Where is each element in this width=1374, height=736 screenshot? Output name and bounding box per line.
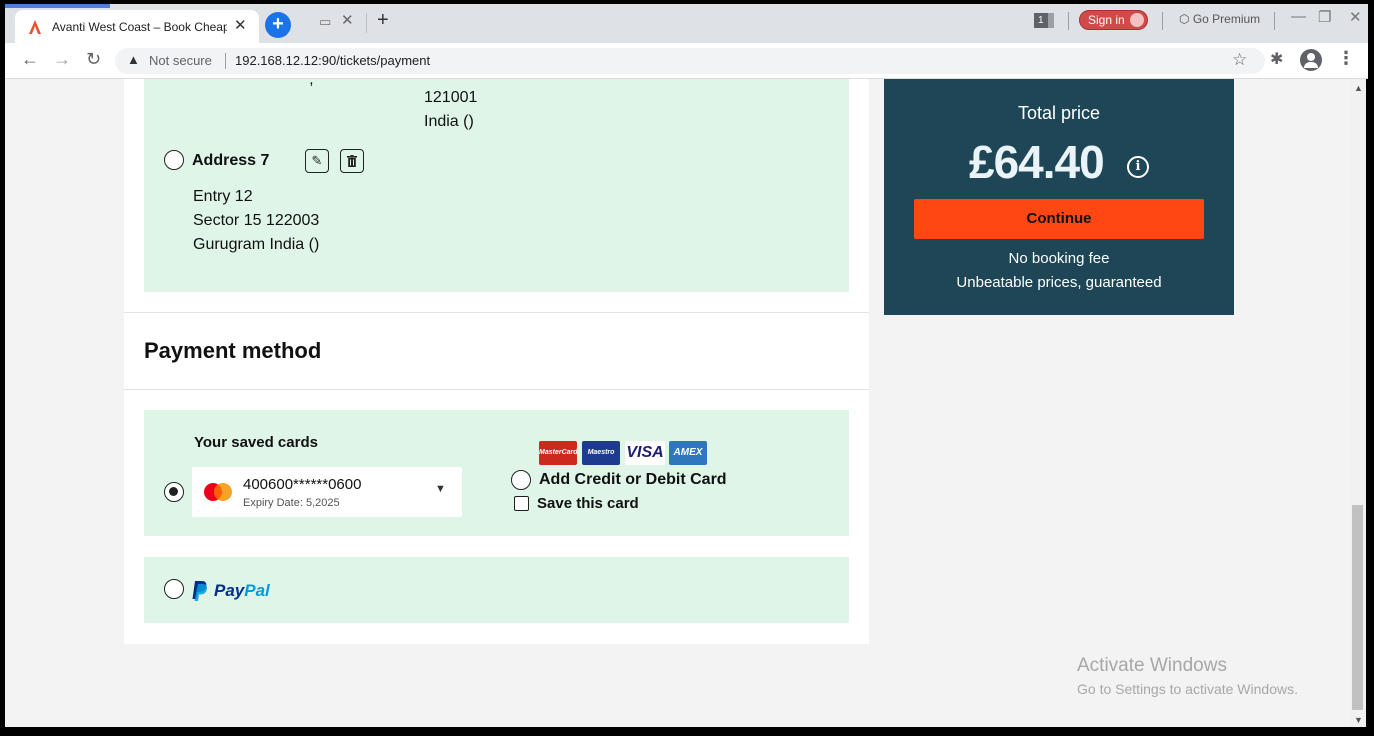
paypal-radio[interactable] <box>164 579 184 599</box>
card-payment-option: Your saved cards 400600******0600 Expiry… <box>144 410 849 536</box>
go-premium-label: Go Premium <box>1192 12 1261 26</box>
extensions-puzzle-icon[interactable]: ✱ <box>1270 49 1283 69</box>
visa-logo: VISA <box>625 441 665 465</box>
previous-address-cut-line: " , " <box>299 79 324 88</box>
sign-in-label: Sign in <box>1088 13 1125 27</box>
scroll-down-icon[interactable]: ▼ <box>1354 715 1363 725</box>
new-tab-button[interactable]: + <box>265 12 291 38</box>
info-icon[interactable]: i <box>1127 156 1149 178</box>
cast-icon[interactable]: ▭ <box>319 14 331 30</box>
edit-address-button[interactable]: ✎ <box>305 149 329 173</box>
url-text[interactable]: 192.168.12.12:90/tickets/payment <box>235 53 430 68</box>
section-divider <box>124 312 869 313</box>
omnibox[interactable]: ▲ Not secure 192.168.12.12:90/tickets/pa… <box>115 48 1265 74</box>
address7-title: Address 7 <box>192 152 270 169</box>
scroll-up-icon[interactable]: ▲ <box>1354 83 1363 93</box>
save-card-label: Save this card <box>537 495 639 512</box>
card-expiry: Expiry Date: 5,2025 <box>243 497 340 509</box>
toolbar-separator <box>1274 12 1275 30</box>
maestro-logo: Maestro <box>582 441 620 465</box>
address-options-box: " , " 121001 India () Address 7 ✎ Entry … <box>144 79 849 292</box>
page-viewport: " , " 121001 India () Address 7 ✎ Entry … <box>5 79 1350 727</box>
amex-logo: AMEX <box>669 441 707 465</box>
address7-radio[interactable] <box>164 150 184 170</box>
card-number: 400600******0600 <box>243 476 362 493</box>
pencil-icon: ✎ <box>311 153 323 168</box>
avanti-favicon-icon <box>29 20 41 34</box>
mastercard-logo: MasterCard <box>539 441 578 465</box>
reload-icon[interactable]: ↻ <box>86 49 101 70</box>
add-card-label: Add Credit or Debit Card <box>539 471 727 488</box>
forward-arrow-icon[interactable]: → <box>53 49 71 70</box>
address7-line3: Gurugram India () <box>193 236 320 253</box>
back-arrow-icon[interactable]: ← <box>21 49 39 70</box>
tab2-close-icon[interactable]: ✕ <box>341 11 354 29</box>
omnibox-separator <box>225 53 226 69</box>
saved-card-radio[interactable] <box>164 482 184 502</box>
sign-in-button[interactable]: Sign in <box>1079 10 1148 30</box>
delete-address-button[interactable] <box>340 149 364 173</box>
activate-windows-title: Activate Windows <box>1077 655 1227 676</box>
continue-button[interactable]: Continue <box>914 199 1204 239</box>
add-card-radio[interactable] <box>511 470 531 490</box>
tab-title: Avanti West Coast – Book Cheap <box>52 20 227 34</box>
browser-tab-active[interactable]: Avanti West Coast – Book Cheap ✕ <box>15 10 259 43</box>
total-price-label: Total price <box>1017 103 1101 123</box>
saved-cards-title: Your saved cards <box>194 434 318 451</box>
browser-toolbar: ← → ↻ ▲ Not secure 192.168.12.12:90/tick… <box>5 43 1368 79</box>
activate-windows-subtitle: Go to Settings to activate Windows. <box>1077 681 1298 697</box>
card-brand-logos: MasterCard Maestro VISA AMEX <box>539 441 709 465</box>
mastercard-icon <box>204 483 232 501</box>
toolbar-separator <box>1162 12 1163 30</box>
browser-tabstrip: Avanti West Coast – Book Cheap ✕ + ▭ ✕ +… <box>5 4 1368 43</box>
previous-address-postcode: 121001 <box>424 89 478 106</box>
saved-card-select[interactable]: 400600******0600 Expiry Date: 5,2025 ▼ <box>192 467 462 517</box>
toolbar-separator <box>1068 12 1069 30</box>
section-divider <box>124 389 869 390</box>
address7-line2: Sector 15 122003 <box>193 212 320 229</box>
restore-icon[interactable]: ❐ <box>1318 8 1331 26</box>
paypal-pay: Pay <box>214 581 245 600</box>
payment-method-heading: Payment method <box>144 338 322 363</box>
go-premium-link[interactable]: ⬡ Go Premium <box>1179 12 1260 26</box>
tab-separator <box>366 13 367 33</box>
checkout-panel: " , " 121001 India () Address 7 ✎ Entry … <box>124 79 869 644</box>
paypal-logo-text: PayPal <box>214 581 270 601</box>
kebab-menu-icon[interactable]: ⋮ <box>1337 48 1355 69</box>
price-promise-text: Unbeatable prices, guaranteed <box>956 274 1162 291</box>
minimize-icon[interactable]: — <box>1291 8 1306 25</box>
trash-icon <box>347 155 357 167</box>
chevron-down-icon[interactable]: ▼ <box>435 483 446 495</box>
bookmark-star-icon[interactable]: ☆ <box>1232 50 1247 70</box>
add-tab-plus-icon[interactable]: + <box>377 9 389 32</box>
tabstrip-accent <box>5 4 110 8</box>
total-price-value: £64.40 <box>969 136 1105 188</box>
paypal-pal: Pal <box>244 581 270 600</box>
paypal-payment-option: PayPal <box>144 557 849 623</box>
previous-address-country: India () <box>424 113 474 130</box>
avatar-icon <box>1130 13 1144 27</box>
paypal-icon <box>192 581 208 601</box>
profile-icon[interactable] <box>1300 49 1322 71</box>
window-close-icon[interactable]: ✕ <box>1349 8 1362 26</box>
warning-triangle-icon[interactable]: ▲ <box>127 52 140 67</box>
booking-fee-text: No booking fee <box>1008 250 1110 267</box>
tab-close-icon[interactable]: ✕ <box>234 16 247 34</box>
page-scrollbar[interactable]: ▲ ▼ <box>1350 79 1366 727</box>
save-card-checkbox[interactable] <box>514 496 529 511</box>
address7-line1: Entry 12 <box>193 188 253 205</box>
tab-count-badge[interactable]: 1 <box>1034 13 1054 28</box>
price-summary-panel: Total price £64.40 i Continue No booking… <box>884 79 1234 315</box>
scroll-thumb[interactable] <box>1352 505 1363 710</box>
security-label[interactable]: Not secure <box>149 53 212 68</box>
